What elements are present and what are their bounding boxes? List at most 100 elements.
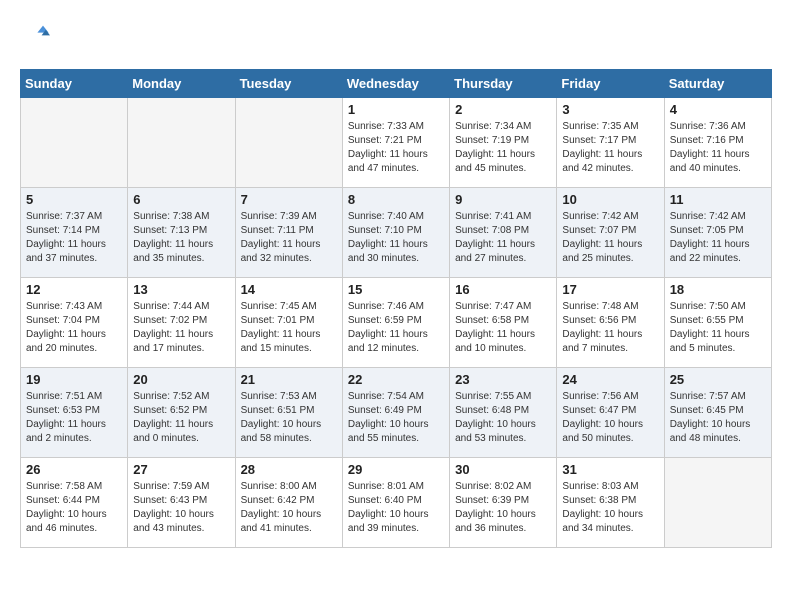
day-number: 18 <box>670 282 766 297</box>
day-number: 27 <box>133 462 229 477</box>
calendar-day: 3 Sunrise: 7:35 AM Sunset: 7:17 PM Daylig… <box>557 98 664 188</box>
calendar-day <box>235 98 342 188</box>
day-number: 10 <box>562 192 658 207</box>
calendar-day: 18 Sunrise: 7:50 AM Sunset: 6:55 PM Dayli… <box>664 278 771 368</box>
day-number: 21 <box>241 372 337 387</box>
calendar-day: 14Sunrise: 7:45 AM Sunset: 7:01 PM Dayli… <box>235 278 342 368</box>
day-info: Sunrise: 7:39 AM Sunset: 7:11 PM Dayligh… <box>241 210 337 266</box>
calendar-day: 20 Sunrise: 7:52 AM Sunset: 6:52 PM Dayli… <box>128 368 235 458</box>
day-number: 23 <box>455 372 551 387</box>
day-number: 20 <box>133 372 229 387</box>
day-info: Sunrise: 7:58 AM Sunset: 6:44 PM Dayligh… <box>26 480 122 536</box>
weekday-header-friday: Friday <box>557 70 664 98</box>
day-info: Sunrise: 7:38 AM Sunset: 7:13 PM Dayligh… <box>133 210 229 266</box>
weekday-header-row: SundayMondayTuesdayWednesdayThursdayFrid… <box>21 70 772 98</box>
day-number: 24 <box>562 372 658 387</box>
day-info: Sunrise: 7:44 AM Sunset: 7:02 PM Dayligh… <box>133 300 229 356</box>
calendar-day: 8 Sunrise: 7:40 AM Sunset: 7:10 PM Daylig… <box>342 188 449 278</box>
day-number: 30 <box>455 462 551 477</box>
day-info: Sunrise: 7:42 AM Sunset: 7:07 PM Dayligh… <box>562 210 658 266</box>
day-info: Sunrise: 7:42 AM Sunset: 7:05 PM Dayligh… <box>670 210 766 266</box>
logo <box>20 20 50 53</box>
day-info: Sunrise: 7:50 AM Sunset: 6:55 PM Dayligh… <box>670 300 766 356</box>
day-info: Sunrise: 7:52 AM Sunset: 6:52 PM Dayligh… <box>133 390 229 446</box>
calendar-day: 19Sunrise: 7:51 AM Sunset: 6:53 PM Dayli… <box>21 368 128 458</box>
day-info: Sunrise: 8:02 AM Sunset: 6:39 PM Dayligh… <box>455 480 551 536</box>
weekday-header-saturday: Saturday <box>664 70 771 98</box>
day-info: Sunrise: 7:43 AM Sunset: 7:04 PM Dayligh… <box>26 300 122 356</box>
calendar-day: 2Sunrise: 7:34 AM Sunset: 7:19 PM Daylig… <box>450 98 557 188</box>
calendar-day: 16Sunrise: 7:47 AM Sunset: 6:58 PM Dayli… <box>450 278 557 368</box>
calendar-day: 17 Sunrise: 7:48 AM Sunset: 6:56 PM Dayli… <box>557 278 664 368</box>
calendar-day: 28 Sunrise: 8:00 AM Sunset: 6:42 PM Dayli… <box>235 458 342 548</box>
day-info: Sunrise: 7:48 AM Sunset: 6:56 PM Dayligh… <box>562 300 658 356</box>
day-info: Sunrise: 7:35 AM Sunset: 7:17 PM Dayligh… <box>562 120 658 176</box>
day-info: Sunrise: 8:03 AM Sunset: 6:38 PM Dayligh… <box>562 480 658 536</box>
calendar-day: 21Sunrise: 7:53 AM Sunset: 6:51 PM Dayli… <box>235 368 342 458</box>
day-info: Sunrise: 7:40 AM Sunset: 7:10 PM Dayligh… <box>348 210 444 266</box>
day-number: 28 <box>241 462 337 477</box>
day-info: Sunrise: 7:59 AM Sunset: 6:43 PM Dayligh… <box>133 480 229 536</box>
day-info: Sunrise: 7:54 AM Sunset: 6:49 PM Dayligh… <box>348 390 444 446</box>
day-info: Sunrise: 7:56 AM Sunset: 6:47 PM Dayligh… <box>562 390 658 446</box>
weekday-header-tuesday: Tuesday <box>235 70 342 98</box>
calendar-week-4: 19Sunrise: 7:51 AM Sunset: 6:53 PM Dayli… <box>21 368 772 458</box>
day-info: Sunrise: 7:55 AM Sunset: 6:48 PM Dayligh… <box>455 390 551 446</box>
day-number: 25 <box>670 372 766 387</box>
page-header <box>20 20 772 53</box>
day-number: 31 <box>562 462 658 477</box>
calendar-day: 9 Sunrise: 7:41 AM Sunset: 7:08 PM Daylig… <box>450 188 557 278</box>
day-info: Sunrise: 7:45 AM Sunset: 7:01 PM Dayligh… <box>241 300 337 356</box>
calendar-day <box>128 98 235 188</box>
calendar-day: 29 Sunrise: 8:01 AM Sunset: 6:40 PM Dayli… <box>342 458 449 548</box>
calendar-day: 12 Sunrise: 7:43 AM Sunset: 7:04 PM Dayli… <box>21 278 128 368</box>
weekday-header-monday: Monday <box>128 70 235 98</box>
day-info: Sunrise: 7:46 AM Sunset: 6:59 PM Dayligh… <box>348 300 444 356</box>
calendar-week-5: 26 Sunrise: 7:58 AM Sunset: 6:44 PM Dayli… <box>21 458 772 548</box>
calendar-day: 31 Sunrise: 8:03 AM Sunset: 6:38 PM Dayli… <box>557 458 664 548</box>
calendar-day: 23 Sunrise: 7:55 AM Sunset: 6:48 PM Dayli… <box>450 368 557 458</box>
calendar-day: 10 Sunrise: 7:42 AM Sunset: 7:07 PM Dayli… <box>557 188 664 278</box>
calendar-day: 24 Sunrise: 7:56 AM Sunset: 6:47 PM Dayli… <box>557 368 664 458</box>
calendar-table: SundayMondayTuesdayWednesdayThursdayFrid… <box>20 69 772 548</box>
day-number: 8 <box>348 192 444 207</box>
calendar-day: 30 Sunrise: 8:02 AM Sunset: 6:39 PM Dayli… <box>450 458 557 548</box>
day-info: Sunrise: 7:33 AM Sunset: 7:21 PM Dayligh… <box>348 120 444 176</box>
calendar-week-1: 1 Sunrise: 7:33 AM Sunset: 7:21 PM Daylig… <box>21 98 772 188</box>
calendar-day: 11 Sunrise: 7:42 AM Sunset: 7:05 PM Dayli… <box>664 188 771 278</box>
day-number: 29 <box>348 462 444 477</box>
day-number: 5 <box>26 192 122 207</box>
day-info: Sunrise: 7:37 AM Sunset: 7:14 PM Dayligh… <box>26 210 122 266</box>
day-number: 2 <box>455 102 551 117</box>
day-number: 12 <box>26 282 122 297</box>
calendar-day: 15 Sunrise: 7:46 AM Sunset: 6:59 PM Dayli… <box>342 278 449 368</box>
calendar-day: 27 Sunrise: 7:59 AM Sunset: 6:43 PM Dayli… <box>128 458 235 548</box>
calendar-day: 6 Sunrise: 7:38 AM Sunset: 7:13 PM Daylig… <box>128 188 235 278</box>
day-number: 26 <box>26 462 122 477</box>
calendar-day <box>21 98 128 188</box>
day-info: Sunrise: 7:57 AM Sunset: 6:45 PM Dayligh… <box>670 390 766 446</box>
day-info: Sunrise: 7:47 AM Sunset: 6:58 PM Dayligh… <box>455 300 551 356</box>
day-number: 6 <box>133 192 229 207</box>
calendar-day: 1 Sunrise: 7:33 AM Sunset: 7:21 PM Daylig… <box>342 98 449 188</box>
day-info: Sunrise: 8:01 AM Sunset: 6:40 PM Dayligh… <box>348 480 444 536</box>
calendar-day: 22Sunrise: 7:54 AM Sunset: 6:49 PM Dayli… <box>342 368 449 458</box>
weekday-header-thursday: Thursday <box>450 70 557 98</box>
day-info: Sunrise: 7:36 AM Sunset: 7:16 PM Dayligh… <box>670 120 766 176</box>
calendar-day: 25 Sunrise: 7:57 AM Sunset: 6:45 PM Dayli… <box>664 368 771 458</box>
day-number: 9 <box>455 192 551 207</box>
day-number: 1 <box>348 102 444 117</box>
day-number: 3 <box>562 102 658 117</box>
calendar-week-3: 12 Sunrise: 7:43 AM Sunset: 7:04 PM Dayli… <box>21 278 772 368</box>
weekday-header-sunday: Sunday <box>21 70 128 98</box>
day-number: 11 <box>670 192 766 207</box>
day-info: Sunrise: 7:41 AM Sunset: 7:08 PM Dayligh… <box>455 210 551 266</box>
day-number: 17 <box>562 282 658 297</box>
calendar-day: 5 Sunrise: 7:37 AM Sunset: 7:14 PM Daylig… <box>21 188 128 278</box>
day-info: Sunrise: 8:00 AM Sunset: 6:42 PM Dayligh… <box>241 480 337 536</box>
calendar-week-2: 5 Sunrise: 7:37 AM Sunset: 7:14 PM Daylig… <box>21 188 772 278</box>
calendar-day: 13Sunrise: 7:44 AM Sunset: 7:02 PM Dayli… <box>128 278 235 368</box>
day-number: 4 <box>670 102 766 117</box>
day-number: 15 <box>348 282 444 297</box>
weekday-header-wednesday: Wednesday <box>342 70 449 98</box>
